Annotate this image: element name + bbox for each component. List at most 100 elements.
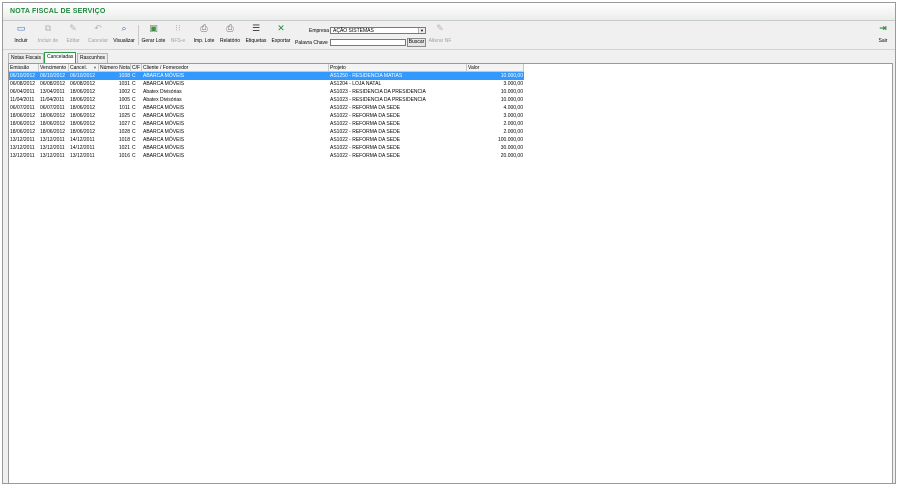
cancel-cell: 18/06/2012 [70,129,96,135]
numero-nota-cell: 1027 [118,121,130,127]
palavra-chave-label: Palavra Chave [295,40,328,46]
table-row[interactable]: 11/04/2011 11/04/2011 18/06/2012 1005 C Abate… [9,96,524,104]
col-projeto-header[interactable]: Projeto [329,64,467,72]
incluir-de-button[interactable]: ⧉ Incluir de [36,24,60,48]
vencimento-cell: 06/10/2012 [40,73,66,79]
valor-cell: 10.000,00 [500,89,523,95]
numero-nota-cell: 1011 [119,105,130,111]
page-title: NOTA FISCAL DE SERVIÇO [10,8,106,15]
col-valor-header[interactable]: Valor [467,64,524,72]
nfse-button[interactable]: ⁝⁝ NFS-e [169,24,187,48]
cf-cell: C [132,105,136,111]
projeto-cell: AS1022 - REFORMA DA SEDE [330,113,401,119]
relatorio-button[interactable]: ⎙ Relatório [219,24,241,48]
col-cf-header[interactable]: C/F [131,64,142,72]
valor-cell: 2.000,00 [503,129,523,135]
incluir-button[interactable]: ▭ Incluir [12,24,30,48]
app-window: NOTA FISCAL DE SERVIÇO ▭ Incluir ⧉ Inclu… [2,2,896,484]
valor-cell: 3.000,00 [503,113,523,119]
cf-cell: C [132,145,136,151]
cliente-cell: ABARCA MÓVEIS [143,105,185,111]
alterar-nf-button[interactable]: ✎ Alterar NF [428,24,452,48]
cancel-cell: 06/10/2012 [70,73,96,79]
numero-nota-cell: 1016 [118,153,130,159]
col-cancel-header[interactable]: Cancel. ▼ [69,64,99,72]
cancelar-button[interactable]: ↶ Cancelar [87,24,109,48]
exportar-button[interactable]: ✕ Exportar [270,24,292,48]
emissao-cell: 11/04/2011 [10,97,35,103]
numero-nota-cell: 1002 [118,89,130,95]
vencimento-cell: 18/06/2012 [40,113,66,119]
copy-icon: ⧉ [44,24,52,34]
table-row[interactable]: 06/04/2011 13/04/2011 18/06/2012 1002 C Abate… [9,88,524,96]
palavra-chave-input[interactable] [330,39,406,46]
empresa-select[interactable]: AÇÃO SISTEMAS ▼ [330,27,426,34]
col-emissao-header[interactable]: Emissão [9,64,39,72]
valor-cell: 20.000,00 [500,153,523,159]
cancel-cell: 14/12/2011 [70,145,95,151]
table-row[interactable]: 06/07/2011 06/07/2011 18/06/2012 1011 C ABARC… [9,104,524,112]
col-numero-nota-header[interactable]: Número Nota [99,64,131,72]
editar-button[interactable]: ✎ Editar [64,24,82,48]
cliente-cell: ABARCA MÓVEIS [143,113,185,119]
cancel-cell: 18/06/2012 [70,113,96,119]
etiquetas-button[interactable]: ☰ Etiquetas [244,24,268,48]
invoice-grid[interactable]: Emissão Vencimento Cancel. ▼ Número Nota C/F C… [8,63,893,484]
tab-canceladas[interactable]: Canceladas [44,52,77,63]
table-row[interactable]: 18/06/2012 18/06/2012 18/06/2012 1025 C ABARC… [9,112,524,120]
tab-rascunhos[interactable]: Rascunhos [77,53,109,63]
numero-nota-cell: 1038 [118,73,130,79]
projeto-cell: AS1022 - REFORMA DA SEDE [330,105,401,111]
cliente-cell: ABARCA MÓVEIS [143,121,185,127]
cf-cell: C [132,137,136,143]
vencimento-cell: 18/06/2012 [40,129,66,135]
gerar-lote-button[interactable]: ▣ Gerar Lote [141,24,166,48]
buscar-button[interactable]: Buscar [407,38,426,47]
sair-button[interactable]: ⇥ Sair [875,24,891,48]
valor-cell: 2.000,00 [503,121,523,127]
table-row[interactable]: 18/06/2012 18/06/2012 18/06/2012 1027 C ABARC… [9,120,524,128]
cliente-cell: ABARCA MÓVEIS [143,145,185,151]
vencimento-cell: 13/12/2011 [40,145,65,151]
valor-cell: 10.000,00 [500,73,523,79]
numero-nota-cell: 1021 [118,145,130,151]
chevron-down-icon[interactable]: ▼ [418,28,425,33]
filter-icon[interactable]: ▼ [93,64,97,71]
imp-lote-button[interactable]: ⎙ Imp. Lote [193,24,215,48]
table-row[interactable]: 13/12/2011 13/12/2011 13/12/2011 1016 C ABARC… [9,152,524,160]
tab-notas-fiscais[interactable]: Notas Fiscais [8,53,45,63]
nfse-icon: ⁝⁝ [175,24,181,34]
toolbar-separator [138,25,139,45]
projeto-cell: AS1022 - REFORMA DA SEDE [330,153,401,159]
table-row[interactable]: 13/12/2011 13/12/2011 14/12/2011 1018 C ABARC… [9,136,524,144]
cliente-cell: ABARCA MÓVEIS [143,153,185,159]
table-row[interactable]: 06/08/2012 06/08/2012 06/08/2012 1031 C ABARC… [9,80,524,88]
table-row[interactable]: 18/06/2012 18/06/2012 18/06/2012 1028 C ABARC… [9,128,524,136]
emissao-cell: 06/07/2011 [10,105,35,111]
printer-icon: ⎙ [226,24,234,34]
cf-cell: C [132,73,136,79]
visualizar-button[interactable]: ⌕ Visualizar [112,24,136,48]
vencimento-cell: 13/04/2011 [40,89,65,95]
projeto-cell: AS1023 - RESIDENCIA DA PRESIDENCIA [330,89,426,95]
emissao-cell: 06/10/2012 [10,73,36,79]
table-row[interactable]: 06/10/2012 06/10/2012 06/10/2012 1038 C ABARC… [9,72,524,80]
emissao-cell: 13/12/2011 [10,153,35,159]
alter-icon: ✎ [436,24,444,34]
excel-icon: ✕ [277,24,285,34]
edit-icon: ✎ [69,24,77,34]
cliente-cell: ABARCA MÓVEIS [143,73,185,79]
cancel-cell: 14/12/2011 [70,137,95,143]
numero-nota-cell: 1025 [118,113,130,119]
cf-cell: C [132,121,136,127]
valor-cell: 30.000,00 [500,145,523,151]
col-cliente-header[interactable]: Cliente / Fornecedor [142,64,329,72]
valor-cell: 4.000,00 [503,105,523,111]
cliente-cell: ABARCA MÓVEIS [143,81,185,87]
col-vencimento-header[interactable]: Vencimento [39,64,69,72]
vencimento-cell: 13/12/2011 [40,137,65,143]
cancel-cell: 13/12/2011 [70,153,95,159]
labels-icon: ☰ [251,24,261,34]
projeto-cell: AS1022 - REFORMA DA SEDE [330,129,401,135]
table-row[interactable]: 13/12/2011 13/12/2011 14/12/2011 1021 C ABARC… [9,144,524,152]
